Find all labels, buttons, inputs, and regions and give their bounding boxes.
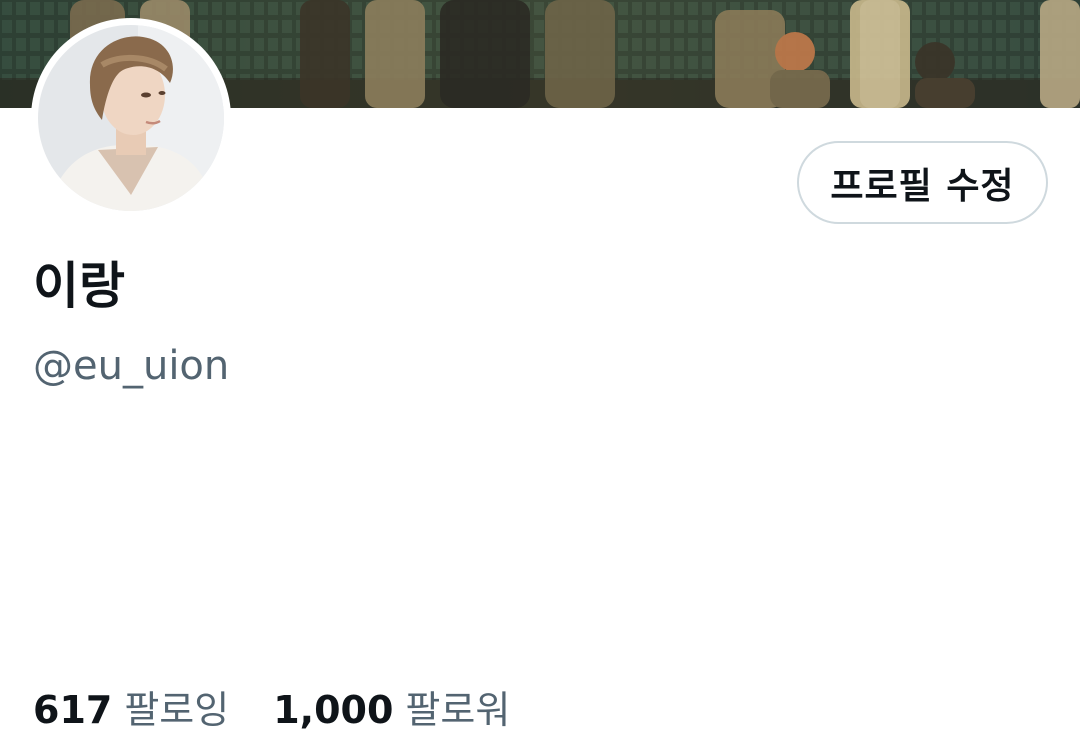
profile-avatar[interactable]: [31, 18, 231, 218]
following-count: 617: [33, 688, 113, 732]
followers-label: 팔로워: [405, 688, 511, 732]
followers-count: 1,000: [273, 688, 394, 732]
following-link[interactable]: 617 팔로잉: [33, 684, 229, 736]
edit-profile-button[interactable]: 프로필 수정: [797, 141, 1048, 224]
profile-handle: @eu_uion: [33, 343, 230, 389]
followers-link[interactable]: 1,000 팔로워: [273, 684, 510, 736]
profile-display-name: 이랑: [33, 257, 125, 315]
following-label: 팔로잉: [124, 688, 230, 732]
avatar-photo: [38, 25, 224, 211]
follow-stats: 617 팔로잉 1,000 팔로워: [33, 684, 554, 736]
